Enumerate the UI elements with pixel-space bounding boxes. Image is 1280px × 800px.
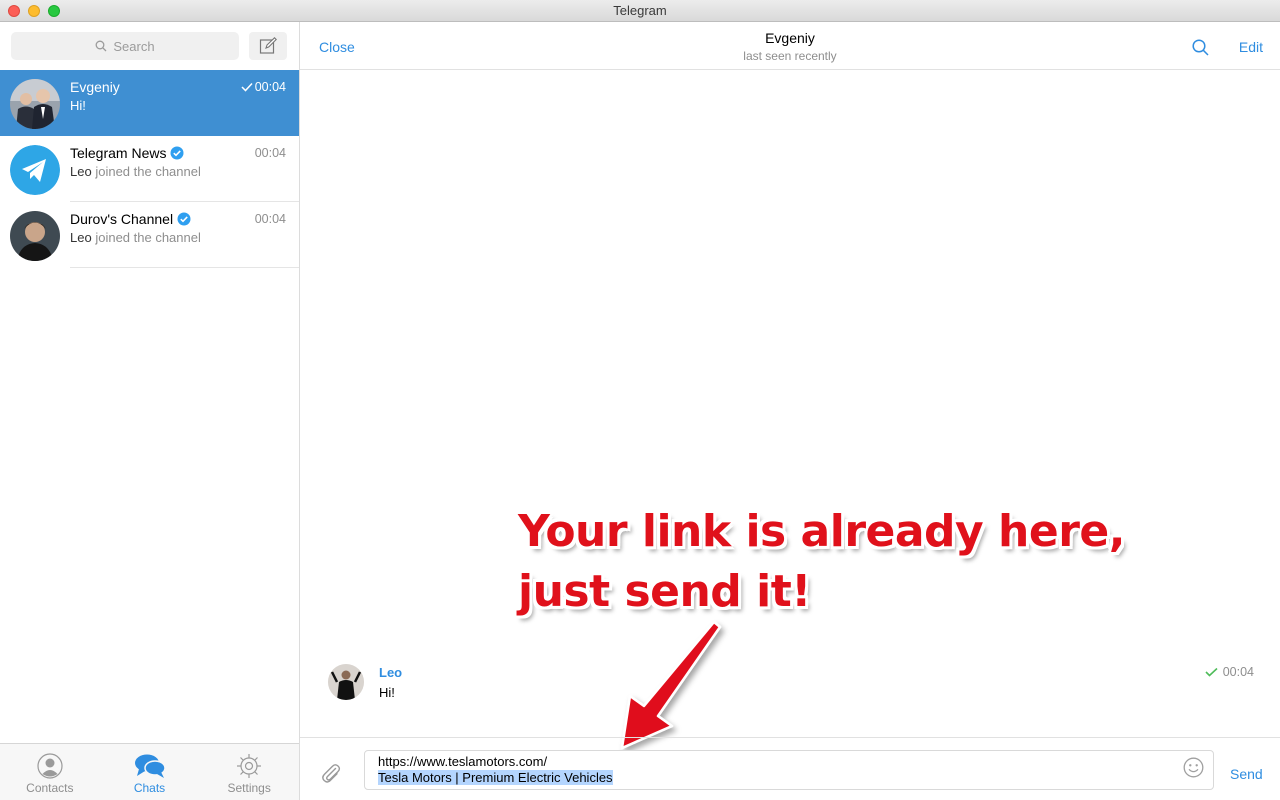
chat-item-durovs-channel[interactable]: Durov's Channel 00:04 Leo joined the cha…: [0, 202, 299, 268]
chat-preview: Leo joined the channel: [70, 230, 201, 245]
message-composer: https://www.teslamotors.com/ Tesla Motor…: [300, 737, 1280, 800]
attach-button[interactable]: [320, 762, 342, 789]
tab-settings[interactable]: Settings: [199, 744, 299, 800]
divider: [70, 267, 299, 268]
verified-badge-icon: [170, 146, 184, 160]
chat-name: Telegram News: [70, 145, 184, 161]
emoji-button[interactable]: [1183, 757, 1204, 783]
compose-button[interactable]: [249, 32, 287, 60]
input-text-line: https://www.teslamotors.com/: [378, 754, 548, 769]
message-row: Leo Hi! 00:04: [328, 662, 1258, 702]
chat-preview: Leo joined the channel: [70, 164, 201, 179]
message-time: 00:04: [1222, 665, 1254, 679]
bottom-tab-bar: Contacts Chats Settings: [0, 743, 299, 800]
avatar: [10, 211, 60, 261]
emoji-icon: [1183, 757, 1204, 778]
settings-icon: [237, 754, 262, 778]
window-title: Telegram: [613, 3, 667, 18]
tab-label: Chats: [133, 781, 166, 795]
search-icon: [1192, 39, 1209, 56]
chat-status: last seen recently: [743, 49, 837, 63]
message-sender: Leo: [379, 665, 403, 680]
chat-time: 00:04: [254, 146, 286, 160]
tab-contacts[interactable]: Contacts: [0, 744, 100, 800]
search-button[interactable]: [1192, 39, 1209, 61]
window-close-button[interactable]: [8, 5, 20, 17]
tab-label: Settings: [227, 781, 271, 795]
annotation-line: just send it!: [518, 566, 811, 617]
message-input[interactable]: https://www.teslamotors.com/ Tesla Motor…: [364, 750, 1214, 790]
input-text-line-selected: Tesla Motors | Premium Electric Vehicles: [378, 770, 613, 785]
read-check-icon: [241, 82, 253, 92]
message-meta: 00:04: [1205, 665, 1254, 679]
title-bar: Telegram: [0, 0, 1280, 22]
annotation-callout: Your link is already here, just send it!: [518, 502, 1158, 622]
compose-icon: [259, 37, 277, 54]
chats-icon: [134, 754, 166, 778]
tab-label: Contacts: [26, 781, 74, 795]
chat-title: Evgeniy: [765, 30, 815, 46]
chat-item-telegram-news[interactable]: Telegram News 00:04 Leo joined the chann…: [0, 136, 299, 202]
edit-button[interactable]: Edit: [1239, 39, 1263, 55]
search-input[interactable]: Search: [11, 32, 239, 60]
verified-badge-icon: [177, 212, 191, 226]
sidebar: Search Evgeniy 00:04 Hi! Telegram News 0…: [0, 22, 300, 800]
chat-item-evgeniy[interactable]: Evgeniy 00:04 Hi!: [0, 70, 299, 136]
window-minimize-button[interactable]: [28, 5, 40, 17]
read-check-icon: [1205, 667, 1218, 677]
message-text: Hi!: [379, 685, 395, 700]
paperclip-icon: [322, 764, 341, 783]
chat-preview: Hi!: [70, 98, 86, 113]
contacts-icon: [37, 753, 63, 779]
avatar: [328, 664, 364, 700]
tab-chats[interactable]: Chats: [100, 744, 200, 800]
search-placeholder: Search: [113, 38, 155, 54]
avatar: [10, 79, 60, 129]
telegram-window: Telegram Search Evgeniy 00:04 Hi! Telegr…: [0, 0, 1280, 800]
chat-pane: Close Evgeniy last seen recently Edit Yo…: [300, 22, 1280, 800]
chat-time: 00:04: [241, 80, 286, 94]
send-button[interactable]: Send: [1230, 766, 1263, 782]
chat-time: 00:04: [254, 212, 286, 226]
chat-name: Evgeniy: [70, 79, 120, 95]
chat-list: Evgeniy 00:04 Hi! Telegram News 00:04 Le…: [0, 70, 299, 268]
avatar: [10, 145, 60, 195]
chat-header: Close Evgeniy last seen recently Edit: [300, 22, 1280, 70]
chat-name: Durov's Channel: [70, 211, 191, 227]
annotation-line: Your link is already here,: [518, 506, 1125, 557]
window-zoom-button[interactable]: [48, 5, 60, 17]
search-icon: [95, 40, 107, 52]
